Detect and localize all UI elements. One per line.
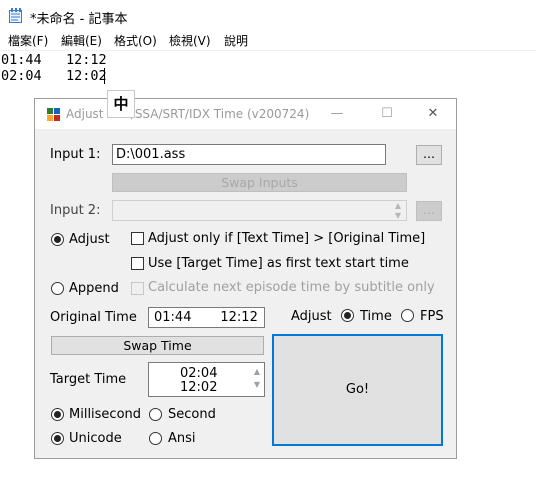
- time-radio-label[interactable]: Time: [360, 309, 392, 324]
- spin-up-icon[interactable]: ▲: [254, 367, 260, 376]
- adjust-time-dialog: Adjust ASS/SSA/SRT/IDX Time (v200724) — …: [34, 98, 457, 459]
- unicode-radio[interactable]: [51, 432, 64, 445]
- original-time-label: Original Time: [50, 310, 137, 325]
- app-icon: [47, 108, 60, 121]
- menu-edit[interactable]: 編輯(E): [61, 32, 102, 49]
- dialog-title: Adjust ASS/SSA/SRT/IDX Time (v200724): [66, 107, 310, 121]
- minimize-icon[interactable]: —: [326, 103, 348, 125]
- input2-field[interactable]: ▲ ▼: [112, 200, 407, 221]
- spin-down-icon[interactable]: ▼: [254, 380, 260, 389]
- time-radio[interactable]: [341, 309, 354, 322]
- go-button[interactable]: Go!: [272, 334, 443, 446]
- browse-input2-button[interactable]: ...: [416, 201, 442, 221]
- swap-time-button[interactable]: Swap Time: [51, 336, 264, 355]
- target-time-line: 02:04: [180, 366, 218, 381]
- calc-next-label[interactable]: Calculate next episode time by subtitle …: [148, 280, 435, 295]
- target-time-field[interactable]: 02:04 12:02 ▲ ▼: [148, 362, 265, 397]
- menu-format[interactable]: 格式(O): [114, 32, 157, 49]
- dialog-titlebar: Adjust ASS/SSA/SRT/IDX Time (v200724) — …: [35, 99, 456, 129]
- original-time-field[interactable]: 01:44 12:12: [148, 307, 265, 328]
- adjust-mode-label: Adjust: [291, 309, 332, 324]
- adjust-radio[interactable]: [51, 233, 64, 246]
- notepad-icon: [9, 8, 22, 23]
- menu-view[interactable]: 檢視(V): [169, 32, 211, 49]
- notepad-text-line[interactable]: 01:44 12:12: [1, 52, 107, 68]
- input1-label: Input 1:: [50, 147, 101, 162]
- use-target-label[interactable]: Use [Target Time] as first text start ti…: [148, 256, 409, 271]
- ansi-radio[interactable]: [149, 432, 162, 445]
- second-label[interactable]: Second: [168, 407, 216, 422]
- menu-help[interactable]: 說明: [224, 32, 248, 49]
- calc-next-checkbox[interactable]: [131, 282, 144, 295]
- millisecond-label[interactable]: Millisecond: [69, 407, 141, 422]
- second-radio[interactable]: [149, 408, 162, 421]
- fps-radio-label[interactable]: FPS: [420, 309, 444, 324]
- spin-up-icon[interactable]: ▲: [395, 201, 401, 210]
- unicode-label[interactable]: Unicode: [69, 431, 122, 446]
- swap-inputs-button[interactable]: Swap Inputs: [112, 173, 407, 192]
- target-time-label: Target Time: [50, 372, 127, 387]
- menu-file[interactable]: 檔案(F): [8, 32, 48, 49]
- text-caret: [104, 68, 105, 84]
- spin-down-icon[interactable]: ▼: [395, 211, 401, 220]
- adjust-only-if-label[interactable]: Adjust only if [Text Time] > [Original T…: [148, 231, 425, 246]
- target-time-line: 12:02: [180, 380, 218, 395]
- menubar-divider: [0, 50, 536, 51]
- input2-label: Input 2:: [50, 203, 101, 218]
- append-radio[interactable]: [51, 282, 64, 295]
- browse-input1-button[interactable]: ...: [416, 145, 442, 165]
- notepad-title: *未命名 - 記事本: [30, 12, 128, 27]
- notepad-menubar: 檔案(F) 編輯(E) 格式(O) 檢視(V) 說明: [0, 32, 536, 50]
- ansi-label[interactable]: Ansi: [168, 431, 196, 446]
- use-target-checkbox[interactable]: [131, 257, 144, 270]
- notepad-titlebar: *未命名 - 記事本: [0, 0, 536, 32]
- append-radio-label[interactable]: Append: [69, 281, 119, 296]
- close-icon[interactable]: ✕: [422, 103, 444, 125]
- fps-radio[interactable]: [401, 309, 414, 322]
- millisecond-radio[interactable]: [51, 408, 64, 421]
- ime-mode-indicator[interactable]: 中: [107, 90, 135, 118]
- input1-field[interactable]: D:\001.ass: [112, 144, 386, 165]
- adjust-only-if-checkbox[interactable]: [131, 232, 144, 245]
- notepad-text-line[interactable]: 02:04 12:02: [1, 68, 107, 84]
- adjust-radio-label[interactable]: Adjust: [69, 232, 110, 247]
- maximize-icon[interactable]: ☐: [376, 103, 398, 125]
